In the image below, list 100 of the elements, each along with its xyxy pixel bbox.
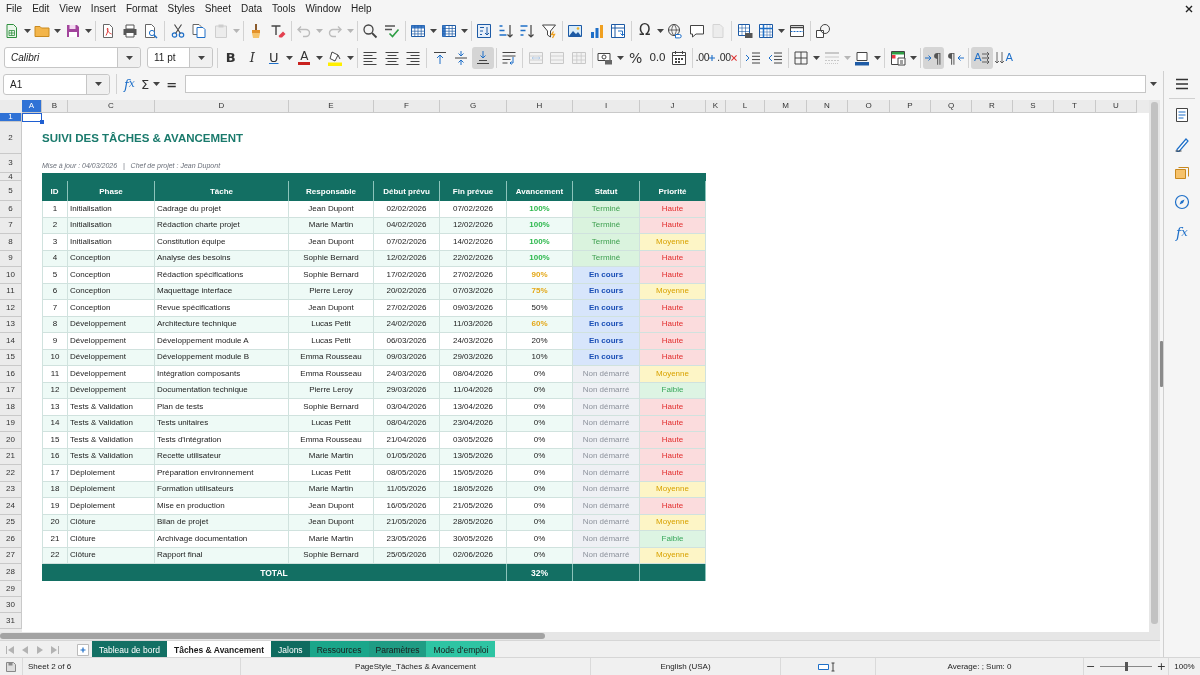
vertical-scrollbar[interactable] <box>1149 100 1160 632</box>
menu-item[interactable]: File <box>1 2 28 15</box>
scrollbar-thumb[interactable] <box>0 633 545 639</box>
menu-item[interactable]: Help <box>346 2 377 15</box>
caret-icon[interactable] <box>346 55 354 60</box>
menu-item[interactable]: Sheet <box>199 2 236 15</box>
row-header[interactable]: 6 <box>0 201 22 218</box>
underline-button[interactable]: U <box>263 46 285 69</box>
page-style-text[interactable]: PageStyle_Tâches & Avancement <box>355 662 476 671</box>
caret-icon[interactable] <box>430 28 437 33</box>
caret-icon[interactable] <box>874 55 882 60</box>
font-size-field[interactable]: 11 pt <box>147 47 213 68</box>
horizontal-scrollbar[interactable] <box>0 632 1160 640</box>
caret-icon[interactable] <box>84 28 92 33</box>
zoom-in-button[interactable]: + <box>1154 661 1168 672</box>
pen-icon[interactable] <box>1174 136 1190 152</box>
formula-button[interactable]: = <box>163 74 181 94</box>
row-header[interactable]: 8 <box>0 234 22 251</box>
row-header[interactable]: 26 <box>0 531 22 548</box>
italic-button[interactable]: I <box>241 46 263 69</box>
column-header[interactable]: S <box>1013 100 1054 113</box>
row-header[interactable]: 1 <box>0 113 22 122</box>
column-header[interactable]: Q <box>931 100 972 113</box>
dropdown-button[interactable] <box>117 48 140 67</box>
caret-icon[interactable] <box>316 55 323 60</box>
add-decimal-button[interactable]: .00 <box>694 46 716 69</box>
row-header[interactable]: 30 <box>0 597 22 613</box>
caret-icon[interactable] <box>285 55 293 60</box>
menu-icon[interactable] <box>1175 78 1189 90</box>
row-header[interactable]: 3 <box>0 154 22 173</box>
column-header[interactable]: B <box>42 100 68 113</box>
dropdown-button[interactable] <box>86 74 109 94</box>
menu-item[interactable]: Data <box>235 2 268 15</box>
column-header[interactable]: D <box>155 100 289 113</box>
column-header[interactable]: T <box>1054 100 1096 113</box>
column-header[interactable]: J <box>640 100 706 113</box>
zoom-out-button[interactable]: − <box>1084 661 1098 672</box>
text-left-to-right-button[interactable]: A <box>971 46 993 69</box>
caret-icon[interactable] <box>778 28 785 33</box>
percent-format-button[interactable]: % <box>625 46 647 69</box>
slider-thumb[interactable] <box>1125 662 1128 671</box>
font-color-button[interactable]: A <box>293 46 315 69</box>
column-header[interactable]: M <box>765 100 807 113</box>
caret-icon[interactable] <box>1150 82 1157 86</box>
row-header[interactable]: 12 <box>0 300 22 317</box>
close-icon[interactable] <box>1185 4 1193 13</box>
menu-item[interactable]: Styles <box>162 2 200 15</box>
left-to-right-button[interactable]: ¶ <box>922 46 945 69</box>
row-header[interactable]: 31 <box>0 613 22 629</box>
pictures-icon[interactable] <box>1174 165 1190 181</box>
column-header[interactable]: C <box>68 100 155 113</box>
row-header[interactable]: 2 <box>0 122 22 154</box>
row-header[interactable]: 10 <box>0 267 22 284</box>
caret-icon[interactable] <box>23 28 31 33</box>
row-header[interactable]: 20 <box>0 432 22 449</box>
align-bottom-button[interactable] <box>472 46 494 69</box>
column-header[interactable]: L <box>726 100 765 113</box>
column-header[interactable]: F <box>374 100 440 113</box>
caret-icon[interactable] <box>54 28 61 33</box>
menu-item[interactable]: View <box>54 2 86 15</box>
add-sheet-icon[interactable] <box>77 643 89 656</box>
menu-item[interactable]: Edit <box>27 2 55 15</box>
caret-icon[interactable] <box>909 55 917 60</box>
font-name-field[interactable]: Calibri <box>4 47 141 68</box>
column-header[interactable]: I <box>573 100 640 113</box>
zoom-level-text[interactable]: 100% <box>1174 662 1195 671</box>
caret-icon[interactable] <box>460 28 468 33</box>
column-header[interactable]: P <box>890 100 931 113</box>
column-header[interactable]: K <box>706 100 726 113</box>
right-to-left-button[interactable]: ¶ <box>944 46 967 69</box>
column-header[interactable]: H <box>507 100 573 113</box>
row-header[interactable]: 5 <box>0 181 22 201</box>
formula-input[interactable] <box>185 75 1146 93</box>
row-header[interactable]: 16 <box>0 366 22 383</box>
column-header[interactable]: G <box>440 100 507 113</box>
row-header[interactable]: 4 <box>0 173 22 181</box>
sum-button[interactable]: Σ <box>137 74 153 94</box>
row-header[interactable]: 14 <box>0 333 22 350</box>
column-header[interactable]: E <box>289 100 374 113</box>
menu-item[interactable]: Window <box>300 2 346 15</box>
text-top-to-bottom-button[interactable]: A <box>992 46 1016 69</box>
delete-decimal-button[interactable]: .00 <box>716 46 738 69</box>
caret-icon[interactable] <box>656 28 664 33</box>
menu-item[interactable]: Tools <box>267 2 301 15</box>
row-header[interactable]: 29 <box>0 581 22 597</box>
menu-item[interactable]: Insert <box>85 2 121 15</box>
column-header[interactable]: N <box>807 100 848 113</box>
language-text[interactable]: English (USA) <box>660 662 711 671</box>
scrollbar-thumb[interactable] <box>1151 102 1158 624</box>
caret-icon[interactable] <box>813 55 821 60</box>
row-header[interactable]: 18 <box>0 399 22 416</box>
column-header[interactable]: O <box>848 100 890 113</box>
column-header[interactable]: U <box>1096 100 1137 113</box>
column-header[interactable]: A <box>22 100 42 113</box>
menu-item[interactable]: Format <box>120 2 163 15</box>
name-box[interactable]: A1 <box>3 73 110 95</box>
row-header[interactable]: 22 <box>0 465 22 482</box>
column-header[interactable]: R <box>972 100 1013 113</box>
caret-icon[interactable] <box>153 82 161 86</box>
grip-icon[interactable] <box>1160 341 1163 387</box>
